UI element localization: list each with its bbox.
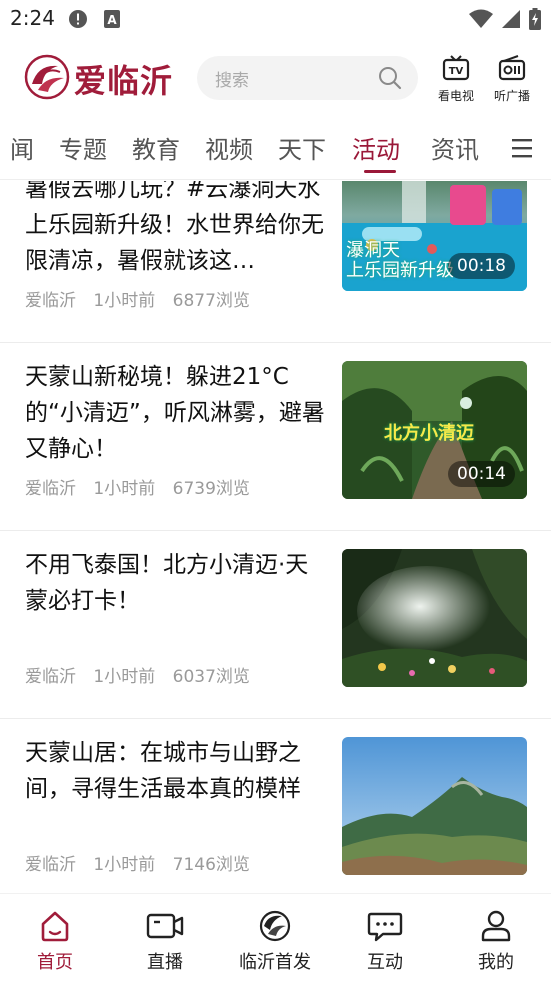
tab-education[interactable]: 教育 [132, 130, 180, 165]
tab-activities[interactable]: 活动 [352, 130, 400, 165]
search-bar[interactable]: 搜索 [197, 56, 418, 100]
feed-item-views: 7146浏览 [172, 855, 250, 875]
app-logo[interactable]: 爱临沂 [24, 54, 173, 104]
tab-video[interactable]: 视频 [205, 130, 253, 165]
feed-item-title: 天蒙山居：在城市与山野之间，寻得生活最本真的模样 [25, 740, 301, 802]
tab-news[interactable]: 闻 [10, 130, 34, 165]
watch-tv-label: 看电视 [437, 89, 474, 103]
nav-live[interactable]: 直播 [120, 910, 210, 974]
logo-swirl-icon [24, 54, 70, 104]
feed-item[interactable]: 暑假去哪儿玩？#云瀑洞天水上乐园新升级！水世界给你无限清凉，暑假就该这… 爱临沂… [0, 181, 551, 343]
nav-linyi-first[interactable]: 临沂首发 [230, 910, 320, 974]
wifi-icon [469, 9, 493, 33]
channel-tabs: 闻 专题 教育 视频 天下 活动 资讯 [0, 122, 551, 180]
misty-garden-image [342, 549, 527, 687]
feed-item-thumbnail[interactable]: 北方小清迈 00:14 [342, 361, 527, 499]
nav-profile-label: 我的 [478, 952, 514, 973]
feed-item-source: 爱临沂 [25, 667, 76, 687]
signal-icon [501, 9, 521, 33]
a-badge-icon: A [103, 9, 121, 33]
app-header: 爱临沂 搜索 TV 看电视 听广播 [0, 44, 551, 114]
tab-topics[interactable]: 专题 [59, 130, 107, 165]
feed-item-views: 6037浏览 [172, 667, 250, 687]
linyi-first-icon [256, 910, 294, 946]
tab-info[interactable]: 资讯 [431, 130, 479, 165]
nav-live-label: 直播 [147, 952, 183, 973]
feed-item[interactable]: 天蒙山居：在城市与山野之间，寻得生活最本真的模样 爱临沂 1小时前 7146浏览 [0, 719, 551, 893]
feed-item-meta: 爱临沂 1小时前 6877浏览 [25, 286, 262, 311]
feed-item-meta: 爱临沂 1小时前 7146浏览 [25, 850, 262, 875]
feed-item-time: 1小时前 [93, 855, 156, 875]
feed-item-views: 6877浏览 [172, 291, 250, 311]
logo-text: 爱临沂 [74, 62, 174, 100]
feed-item-title: 不用飞泰国！北方小清迈·天蒙必打卡！ [25, 552, 309, 614]
radio-icon [498, 55, 526, 86]
search-placeholder: 搜索 [215, 70, 249, 91]
search-icon [378, 66, 402, 94]
feed-item-source: 爱临沂 [25, 291, 76, 311]
thumb-caption: 北方小清迈 [384, 423, 474, 444]
battery-charging-icon [529, 8, 541, 34]
svg-text:TV: TV [449, 66, 464, 77]
tv-icon: TV [442, 55, 470, 86]
feed-item-thumbnail[interactable]: 瀑洞天 上乐园新升级 00:18 [342, 181, 527, 291]
hamburger-menu-icon[interactable] [510, 137, 534, 163]
chat-bubble-icon [367, 912, 403, 946]
feed-item-thumbnail[interactable] [342, 737, 527, 875]
mountain-landscape-image [342, 737, 527, 875]
nav-interact-label: 互动 [367, 952, 403, 973]
active-tab-indicator [364, 170, 396, 173]
video-duration: 00:18 [448, 253, 515, 279]
tab-world[interactable]: 天下 [278, 130, 326, 165]
feed-item[interactable]: 天蒙山新秘境！躲进21°C的“小清迈”，听风淋雾，避暑又静心！ 爱临沂 1小时前… [0, 343, 551, 531]
user-icon [479, 910, 513, 946]
feed-item-source: 爱临沂 [25, 855, 76, 875]
status-bar: 2:24 A [0, 0, 551, 38]
nav-linyi-first-label: 临沂首发 [239, 952, 311, 973]
video-camera-icon [146, 913, 184, 946]
thumb-caption: 瀑洞天 上乐园新升级 [346, 240, 454, 281]
feed-item-time: 1小时前 [93, 291, 156, 311]
feed-item-meta: 爱临沂 1小时前 6739浏览 [25, 474, 262, 499]
feed-item-source: 爱临沂 [25, 479, 76, 499]
alert-icon [68, 9, 88, 33]
feed-item-time: 1小时前 [93, 667, 156, 687]
watch-tv-button[interactable]: TV 看电视 [433, 54, 479, 104]
feed-item-thumbnail[interactable] [342, 549, 527, 687]
news-feed: 暑假去哪儿玩？#云瀑洞天水上乐园新升级！水世界给你无限清凉，暑假就该这… 爱临沂… [0, 181, 551, 893]
listen-radio-button[interactable]: 听广播 [489, 54, 535, 104]
nav-profile[interactable]: 我的 [451, 910, 541, 974]
feed-item-title: 暑假去哪儿玩？#云瀑洞天水上乐园新升级！水世界给你无限清凉，暑假就该这… [25, 181, 324, 274]
feed-item-title: 天蒙山新秘境！躲进21°C的“小清迈”，听风淋雾，避暑又静心！ [25, 364, 325, 462]
nav-home-label: 首页 [37, 952, 73, 973]
bottom-nav: 首页 直播 临沂首发 互动 我的 [0, 893, 551, 981]
nav-home[interactable]: 首页 [10, 910, 100, 974]
listen-radio-label: 听广播 [493, 89, 530, 103]
feed-item[interactable]: 不用飞泰国！北方小清迈·天蒙必打卡！ 爱临沂 1小时前 6037浏览 [0, 531, 551, 719]
svg-text:A: A [107, 13, 117, 27]
feed-item-time: 1小时前 [93, 479, 156, 499]
video-duration: 00:14 [448, 461, 515, 487]
home-icon [38, 911, 72, 946]
nav-interact[interactable]: 互动 [340, 910, 430, 974]
status-time: 2:24 [10, 6, 55, 30]
feed-item-views: 6739浏览 [172, 479, 250, 499]
feed-item-meta: 爱临沂 1小时前 6037浏览 [25, 662, 262, 687]
